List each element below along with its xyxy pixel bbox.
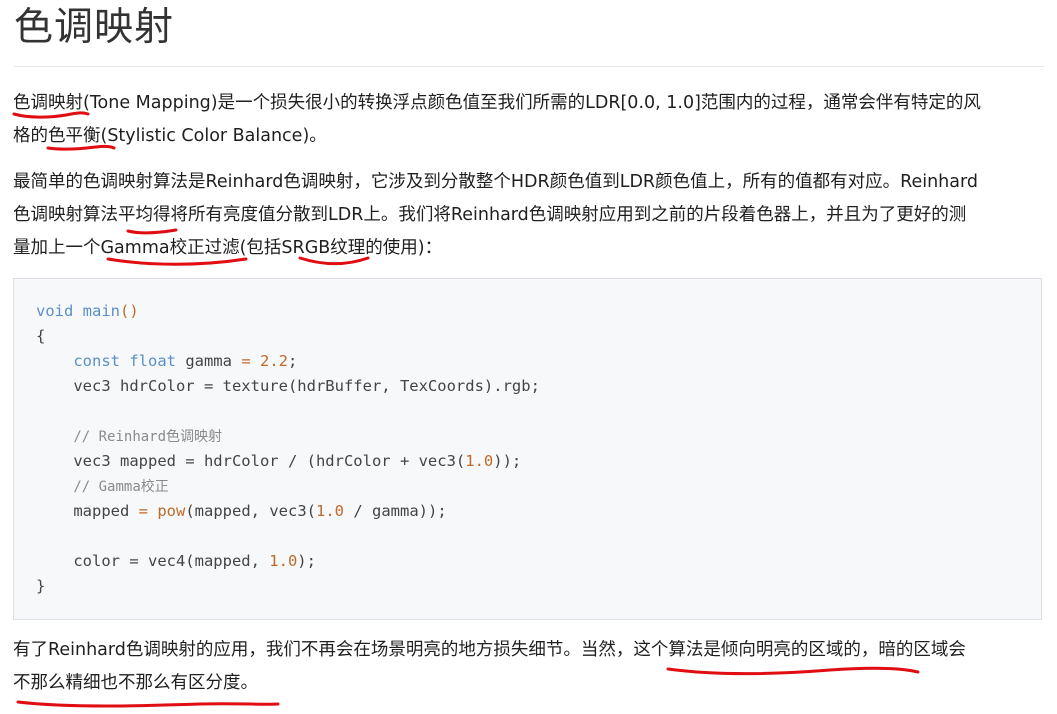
underline-dark-regions [16, 700, 280, 708]
code-line: // Reinhard色调映射 [36, 424, 540, 449]
paragraph-line: 最简单的色调映射算法是Reinhard色调映射，它涉及到分散整个HDR颜色值到L… [13, 172, 978, 192]
code-line: const float gamma = 2.2; [36, 349, 540, 374]
code-number: 1.0 [269, 552, 298, 570]
code-keyword: const float [73, 352, 176, 370]
code-block[interactable]: void main() { const float gamma = 2.2; ve… [13, 278, 1042, 620]
code-text: color = vec4(mapped, [73, 552, 270, 570]
code-line: void main() [36, 299, 540, 324]
code-operator: = [241, 352, 251, 370]
code-text: ; [288, 352, 298, 370]
code-text: ); [297, 552, 316, 570]
paragraph-intro: 色调映射(Tone Mapping)是一个损失很小的转换浮点颜色值至我们所需的L… [13, 87, 1043, 153]
paragraph-line: 格的色平衡(Stylistic Color Balance)。 [13, 126, 327, 146]
code-text: / gamma)); [344, 502, 447, 520]
code-operator: = [138, 502, 148, 520]
code-paren: () [120, 302, 139, 320]
code-number: 1.0 [465, 452, 494, 470]
code-comment: // Reinhard色调映射 [73, 429, 223, 445]
code-text: )); [493, 452, 522, 470]
code-line: { [36, 324, 540, 349]
code-number: 1.0 [316, 502, 344, 520]
code-text: (mapped, vec3( [185, 502, 316, 520]
code-text: { [36, 327, 46, 345]
code-function: pow [157, 502, 186, 520]
paragraph-line: 有了Reinhard色调映射的应用，我们不再会在场景明亮的地方损失细节。当然，这… [13, 640, 966, 660]
code-text: gamma [175, 352, 242, 370]
code-line: mapped = pow(mapped, vec3(1.0 / gamma)); [36, 499, 540, 524]
code-line: vec3 mapped = hdrColor / (hdrColor + vec… [36, 449, 540, 474]
code-function: main [82, 302, 120, 320]
code-listing: void main() { const float gamma = 2.2; ve… [36, 299, 540, 599]
code-line: // Gamma校正 [36, 474, 540, 499]
code-text: vec3 hdrColor = texture(hdrBuffer, TexCo… [73, 377, 540, 395]
article: 色调映射 色调映射(Tone Mapping)是一个损失很小的转换浮点颜色值至我… [0, 0, 1057, 714]
paragraph-line: 不那么精细也不那么有区分度。 [13, 673, 258, 693]
code-text: mapped [73, 502, 139, 520]
code-number: 2.2 [260, 352, 288, 370]
code-line: color = vec4(mapped, 1.0); [36, 549, 540, 574]
code-comment: // Gamma校正 [73, 479, 169, 495]
paragraph-conclusion: 有了Reinhard色调映射的应用，我们不再会在场景明亮的地方损失细节。当然，这… [13, 634, 1043, 700]
code-line: } [36, 574, 540, 599]
code-text: } [36, 577, 46, 595]
paragraph-line: 量加上一个Gamma校正过滤(包括SRGB纹理的使用)： [13, 238, 443, 258]
code-keyword: void [36, 302, 74, 320]
code-text: vec3 mapped = hdrColor / (hdrColor + vec… [73, 452, 466, 470]
code-line: vec3 hdrColor = texture(hdrBuffer, TexCo… [36, 374, 540, 399]
paragraph-line: 色调映射(Tone Mapping)是一个损失很小的转换浮点颜色值至我们所需的L… [13, 93, 981, 113]
heading-divider [14, 66, 1044, 67]
paragraph-line: 色调映射算法平均得将所有亮度值分散到LDR上。我们将Reinhard色调映射应用… [13, 205, 967, 225]
page-title: 色调映射 [14, 5, 175, 50]
paragraph-reinhard: 最简单的色调映射算法是Reinhard色调映射，它涉及到分散整个HDR颜色值到L… [13, 166, 1043, 265]
